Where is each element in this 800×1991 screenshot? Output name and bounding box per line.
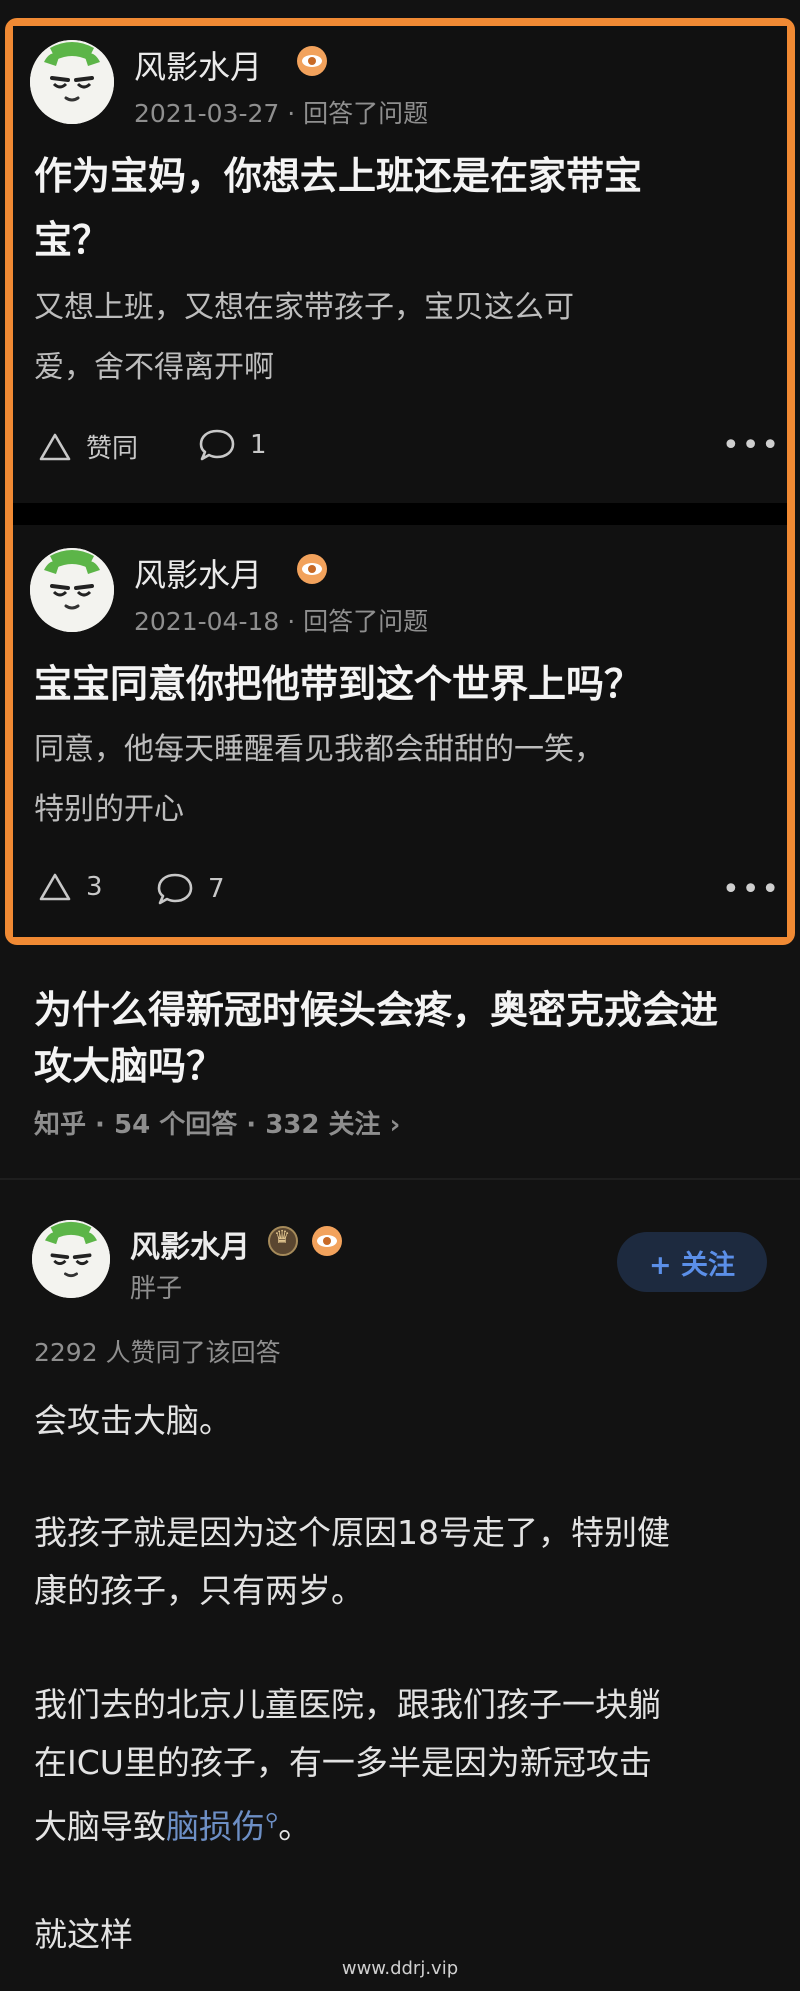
activity-meta: 2021-04-18 · 回答了问题 — [134, 602, 428, 638]
vote-button[interactable]: 3 — [38, 872, 103, 902]
vote-button[interactable]: 赞同 — [38, 428, 138, 465]
keyword-search-link[interactable]: 脑损伤⚲ — [166, 1807, 278, 1846]
question-title-line: 宝？ — [34, 218, 111, 262]
answer-line: 康的孩子，只有两岁。 — [34, 1571, 364, 1610]
question-heading-line: 为什么得新冠时候头会疼，奥密克戎会进 — [34, 988, 719, 1032]
follow-button[interactable]: + 关注 — [617, 1232, 767, 1292]
author-name[interactable]: 风影水月 — [134, 550, 262, 596]
vote-label: 赞同 — [86, 434, 139, 464]
eye-badge-icon — [312, 1226, 342, 1256]
answer-paragraph: 就这样 — [34, 1915, 133, 1954]
upvote-triangle-icon — [39, 433, 71, 460]
avatar-face-icon — [30, 40, 114, 124]
avatar-face-icon — [30, 548, 114, 632]
question-heading-line: 攻大脑吗？ — [34, 1044, 225, 1088]
comment-count: 7 — [208, 874, 225, 904]
answer-excerpt-line: 爱，舍不得离开啊 — [34, 350, 274, 385]
eye-badge-icon — [297, 554, 327, 584]
answer-paragraph: 我孩子就是因为这个原因18号走了，特别健 康的孩子，只有两岁。 — [34, 1504, 774, 1620]
comment-button[interactable]: 7 — [156, 872, 225, 906]
answer-excerpt[interactable]: 又想上班，又想在家带孩子，宝贝这么可 爱，舍不得离开啊 — [34, 278, 774, 398]
answer-upvote-count: 2292 人赞同了该回答 — [34, 1338, 281, 1367]
crown-badge-icon — [268, 1226, 298, 1256]
comment-bubble-icon — [199, 429, 235, 461]
answer-excerpt-line: 同意，他每天睡醒看见我都会甜甜的一笑， — [34, 732, 604, 767]
activity-date: 2021-04-18 — [134, 607, 280, 636]
keyword-link-text: 脑损伤 — [166, 1807, 265, 1846]
answer-author-name[interactable]: 风影水月 — [130, 1222, 250, 1266]
comment-bubble-icon — [157, 873, 193, 905]
author-headline: 胖子 — [130, 1274, 183, 1304]
question-title-line: 宝宝同意你把他带到这个世界上吗？ — [34, 662, 643, 706]
answer-excerpt-line: 又想上班，又想在家带孩子，宝贝这么可 — [34, 290, 574, 325]
question-heading[interactable]: 为什么得新冠时候头会疼，奥密克戎会进 攻大脑吗？ — [34, 982, 774, 1094]
answer-text: 。 — [278, 1807, 312, 1846]
answer-text: 大脑导致 — [34, 1807, 166, 1846]
answer-author-avatar[interactable] — [32, 1220, 110, 1298]
answer-line: 我们去的北京儿童医院，跟我们孩子一块躺 — [34, 1685, 661, 1724]
avatar[interactable] — [30, 548, 114, 632]
author-name[interactable]: 风影水月 — [134, 42, 262, 88]
activity-meta: 2021-03-27 · 回答了问题 — [134, 94, 428, 130]
answer-paragraph: 会攻击大脑。 — [34, 1401, 232, 1440]
avatar[interactable] — [30, 40, 114, 124]
search-icon: ⚲ — [265, 1810, 279, 1831]
meta-dot: · — [287, 99, 304, 128]
answer-line: 我孩子就是因为这个原因18号走了，特别健 — [34, 1513, 670, 1552]
question-title-line: 作为宝妈，你想去上班还是在家带宝 — [34, 154, 643, 198]
answer-line: 大脑导致脑损伤⚲。 — [34, 1792, 774, 1856]
more-options-icon[interactable]: ••• — [722, 428, 781, 463]
card-divider — [13, 503, 787, 525]
answer-line: 在ICU里的孩子，有一多半是因为新冠攻击 — [34, 1743, 652, 1782]
vote-count: 3 — [86, 872, 103, 902]
question-title[interactable]: 作为宝妈，你想去上班还是在家带宝 宝？ — [34, 144, 774, 272]
question-title[interactable]: 宝宝同意你把他带到这个世界上吗？ — [34, 652, 774, 716]
section-divider — [0, 1178, 800, 1180]
answer-excerpt-line: 特别的开心 — [34, 792, 184, 827]
activity-type: 回答了问题 — [303, 607, 429, 636]
comment-count: 1 — [250, 430, 267, 460]
eye-badge-icon — [297, 46, 327, 76]
answer-excerpt[interactable]: 同意，他每天睡醒看见我都会甜甜的一笑， 特别的开心 — [34, 720, 774, 840]
answer-paragraph: 我们去的北京儿童医院，跟我们孩子一块躺 在ICU里的孩子，有一多半是因为新冠攻击… — [34, 1676, 774, 1856]
activity-type: 回答了问题 — [303, 99, 429, 128]
meta-dot: · — [287, 607, 304, 636]
question-stats-link[interactable]: 知乎 · 54 个回答 · 332 关注 › — [34, 1104, 400, 1141]
watermark: www.ddrj.vip — [341, 1958, 459, 1979]
comment-button[interactable]: 1 — [198, 428, 267, 462]
avatar-face-icon — [32, 1220, 110, 1298]
more-options-icon[interactable]: ••• — [722, 872, 781, 907]
upvote-triangle-icon — [39, 873, 71, 901]
activity-date: 2021-03-27 — [134, 99, 280, 128]
